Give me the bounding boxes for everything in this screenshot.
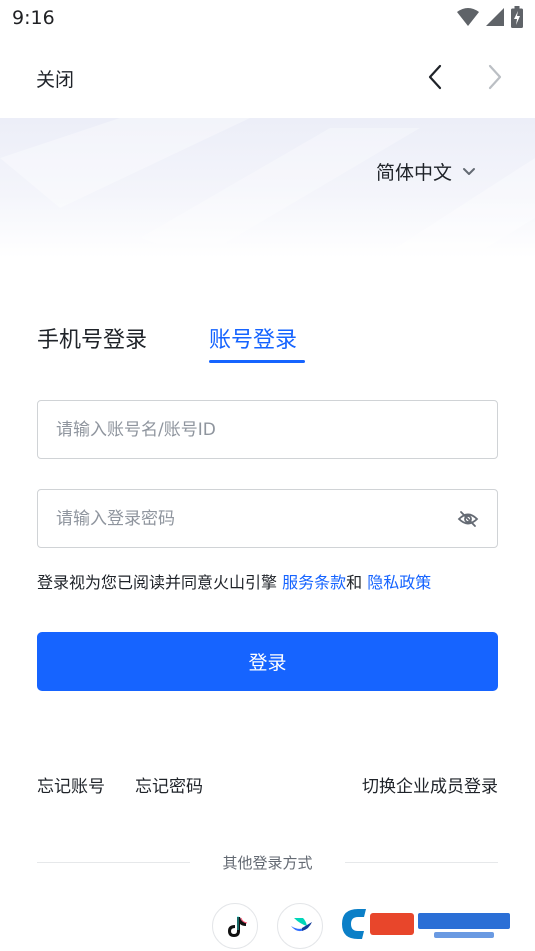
password-input[interactable] <box>56 490 456 547</box>
forward-arrow-icon[interactable] <box>484 64 506 90</box>
terms-link[interactable]: 服务条款 <box>282 573 346 592</box>
agreement-prefix: 登录视为您已阅读并同意火山引擎 <box>37 573 283 592</box>
site-watermark-logo <box>336 903 516 945</box>
battery-icon <box>511 6 523 28</box>
feishu-login-button[interactable] <box>277 903 323 949</box>
hero-pattern <box>0 118 535 258</box>
password-field <box>37 489 498 548</box>
back-arrow-icon[interactable] <box>424 64 446 90</box>
douyin-icon <box>228 916 248 937</box>
hero-banner: 简体中文 <box>0 118 535 258</box>
feishu-icon <box>291 918 312 932</box>
login-button[interactable]: 登录 <box>37 632 498 691</box>
other-login-divider: 其他登录方式 <box>37 850 498 874</box>
wifi-icon <box>457 8 479 26</box>
agreement-text: 登录视为您已阅读并同意火山引擎 服务条款和 隐私政策 <box>37 569 431 593</box>
language-label: 简体中文 <box>376 162 453 184</box>
login-tabs: 手机号登录 账号登录 <box>37 322 497 366</box>
forgot-password-link[interactable]: 忘记密码 <box>135 772 203 797</box>
forgot-account-link[interactable]: 忘记账号 <box>37 772 105 797</box>
status-icons <box>457 6 523 28</box>
enterprise-login-link[interactable]: 切换企业成员登录 <box>362 772 498 797</box>
account-input[interactable] <box>56 401 456 458</box>
tab-account-login[interactable]: 账号登录 <box>209 322 297 354</box>
chevron-down-icon <box>463 167 476 175</box>
tab-phone-login[interactable]: 手机号登录 <box>37 322 147 354</box>
status-bar: 9:16 <box>0 0 535 36</box>
tab-active-indicator <box>209 360 305 363</box>
nav-bar: 关闭 <box>0 36 535 118</box>
douyin-login-button[interactable] <box>212 903 258 949</box>
privacy-link[interactable]: 隐私政策 <box>367 573 431 592</box>
divider-line-right <box>345 862 498 863</box>
signal-icon <box>486 8 504 26</box>
status-time: 9:16 <box>12 7 55 29</box>
eye-off-icon[interactable] <box>457 509 479 529</box>
account-field <box>37 400 498 459</box>
language-select[interactable]: 简体中文 <box>376 158 476 185</box>
close-button[interactable]: 关闭 <box>36 65 74 92</box>
help-links: 忘记账号 忘记密码 切换企业成员登录 <box>37 772 498 798</box>
agreement-and: 和 <box>346 573 368 592</box>
